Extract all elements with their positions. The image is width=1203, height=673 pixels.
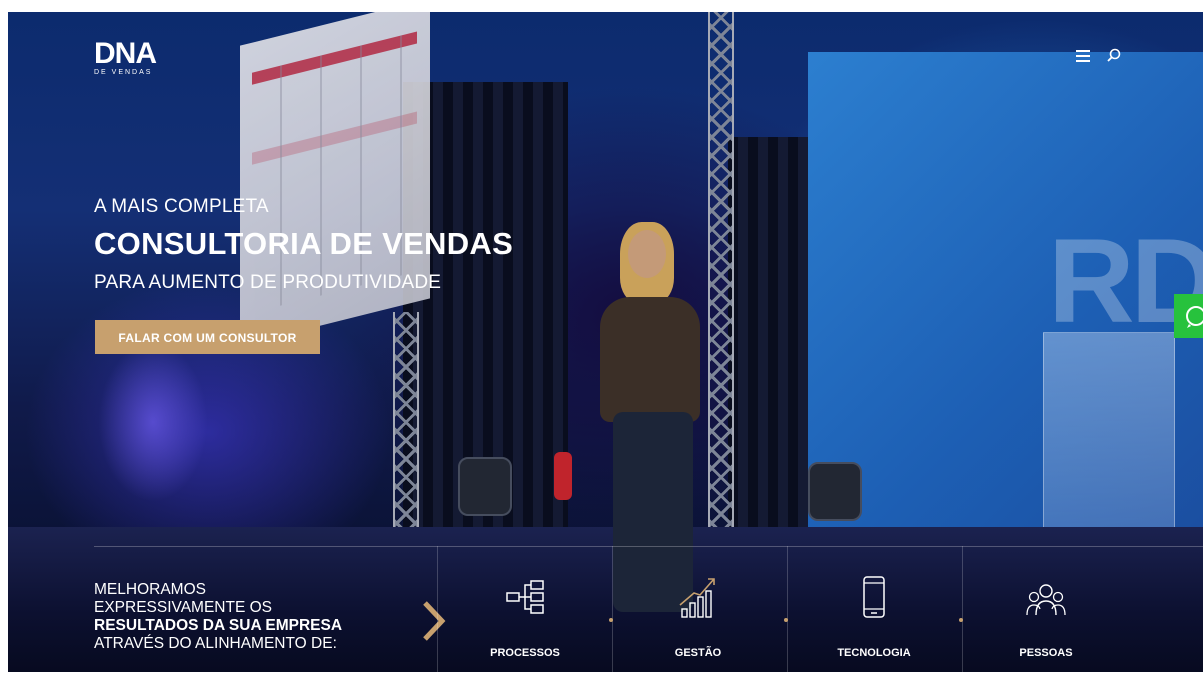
hero-headline: CONSULTORIA DE VENDAS: [94, 226, 514, 261]
search-icon[interactable]: [1106, 48, 1122, 64]
band-dot: [784, 618, 788, 622]
band-dot: [959, 618, 963, 622]
whatsapp-icon: [1186, 306, 1203, 328]
people-group-icon: [1026, 584, 1066, 616]
band-line-2: EXPRESSIVAMENTE OS: [94, 599, 273, 616]
hamburger-menu-icon[interactable]: [1076, 50, 1090, 64]
band-divider: [437, 546, 438, 672]
pillar-label: GESTÃO: [674, 647, 722, 659]
talk-to-consultant-button[interactable]: FALAR COM UM CONSULTOR: [95, 320, 320, 354]
band-divider: [962, 546, 963, 672]
hero-kicker: A MAIS COMPLETA: [94, 196, 269, 217]
chevron-right-icon: [420, 600, 448, 642]
process-flow-icon: [506, 580, 544, 614]
whatsapp-button[interactable]: [1174, 294, 1203, 338]
stage-spotlight: [808, 462, 862, 521]
pillar-label: TECNOLOGIA: [837, 647, 911, 659]
fire-extinguisher: [554, 452, 572, 500]
band-dot: [609, 618, 613, 622]
pillar-gestao[interactable]: GESTÃO: [648, 575, 748, 665]
band-divider: [787, 546, 788, 672]
logo-main-text: DNA: [94, 37, 157, 70]
presentation-screen: [240, 12, 430, 346]
speaker-head: [628, 230, 666, 278]
band-divider: [612, 546, 613, 672]
speaker-body: [600, 297, 700, 422]
pillar-tecnologia[interactable]: TECNOLOGIA: [824, 575, 924, 665]
stage-spotlight: [458, 457, 512, 516]
band-line-4: ATRAVÉS DO ALINHAMENTO DE:: [94, 635, 337, 652]
logo-sub-text: DE VENDAS: [94, 69, 153, 76]
growth-chart-icon: [679, 578, 715, 618]
stage-truss: [393, 312, 419, 542]
pillar-label: PROCESSOS: [490, 647, 560, 659]
stage-curtain-right: [728, 137, 808, 537]
stage-truss: [708, 12, 734, 542]
stage-light-glow: [98, 342, 208, 502]
band-line-1: MELHORAMOS: [94, 581, 206, 598]
band-line-3: RESULTADOS DA SUA EMPRESA: [94, 617, 343, 634]
hero-subhead: PARA AUMENTO DE PRODUTIVIDADE: [94, 272, 442, 293]
pillar-pessoas[interactable]: PESSOAS: [996, 575, 1096, 665]
smartphone-icon: [863, 576, 885, 618]
pillar-label: PESSOAS: [1019, 647, 1073, 659]
site-logo[interactable]: DNA DE VENDAS: [94, 37, 174, 80]
band-intro-text: MELHORAMOS EXPRESSIVAMENTE OS RESULTADOS…: [94, 581, 404, 653]
pillar-processos[interactable]: PROCESSOS: [475, 575, 575, 665]
